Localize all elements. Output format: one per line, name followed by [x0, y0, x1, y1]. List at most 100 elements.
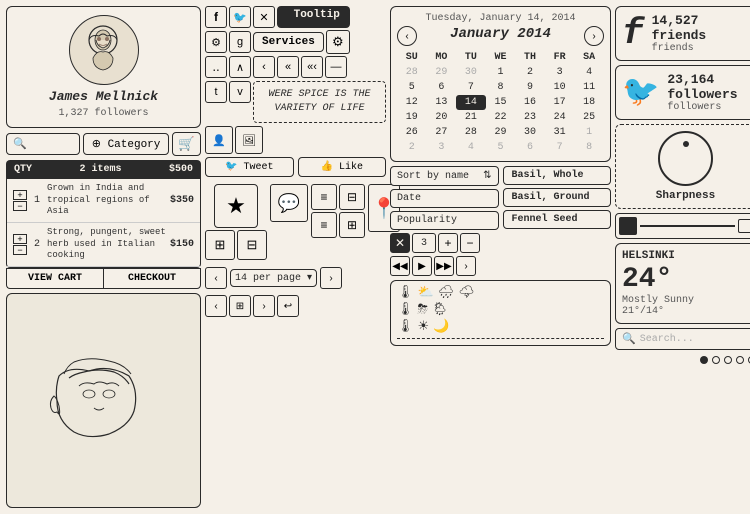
- view-cart-button[interactable]: VIEW CART: [6, 268, 103, 289]
- calendar-day-cell[interactable]: 26: [397, 125, 427, 140]
- calendar-day-cell[interactable]: 28: [397, 65, 427, 80]
- tweet-button[interactable]: 🐦 Tweet: [205, 157, 294, 177]
- calendar-day-cell[interactable]: 6: [427, 80, 457, 95]
- play-prev-button[interactable]: ◀◀: [390, 256, 410, 276]
- forward-button[interactable]: ›: [253, 295, 275, 317]
- settings-gear-button[interactable]: ⚙: [326, 30, 350, 54]
- calendar-day-cell[interactable]: 5: [397, 80, 427, 95]
- sort-popularity[interactable]: Popularity: [390, 211, 499, 230]
- list4-button[interactable]: ⊞: [339, 212, 365, 238]
- up-icon-button[interactable]: ∧: [229, 56, 251, 78]
- col4-search-bar[interactable]: 🔍 Search...: [615, 328, 750, 350]
- dot-2[interactable]: [712, 356, 720, 364]
- search-box[interactable]: 🔍: [6, 133, 80, 155]
- calendar-day-cell[interactable]: 17: [545, 95, 575, 110]
- calendar-day-cell[interactable]: 29: [427, 65, 457, 80]
- cal-prev-button[interactable]: ‹: [397, 26, 417, 46]
- calendar-day-cell[interactable]: 2: [515, 65, 545, 80]
- calendar-day-cell[interactable]: 28: [456, 125, 486, 140]
- left-dbl-nav-button[interactable]: «: [277, 56, 299, 78]
- calendar-day-cell[interactable]: 13: [427, 95, 457, 110]
- qty-decrease-2[interactable]: −: [13, 245, 27, 255]
- dbl-left-button[interactable]: ‥: [205, 56, 227, 78]
- vimeo-button[interactable]: v: [229, 81, 251, 103]
- qty-increase-1[interactable]: +: [13, 190, 27, 200]
- list3-button[interactable]: ≡: [311, 212, 337, 238]
- qty-decrease-1[interactable]: −: [13, 201, 27, 211]
- checkout-button[interactable]: CHECKOUT: [103, 268, 201, 289]
- dot-4[interactable]: [736, 356, 744, 364]
- fb-icon-button[interactable]: f: [205, 6, 227, 28]
- calendar-day-cell[interactable]: 9: [515, 80, 545, 95]
- slider-thumb-dark[interactable]: [619, 217, 637, 235]
- grid-view-button[interactable]: ⊞: [229, 295, 251, 317]
- calendar-day-cell[interactable]: 15: [486, 95, 516, 110]
- image-icon-button[interactable]: 🖼: [235, 126, 263, 154]
- calendar-day-cell[interactable]: 25: [574, 110, 604, 125]
- spice-item-2[interactable]: Basil, Ground: [503, 188, 612, 207]
- dot-1[interactable]: [700, 356, 708, 364]
- calendar-day-cell[interactable]: 22: [486, 110, 516, 125]
- calendar-day-cell[interactable]: 1: [486, 65, 516, 80]
- calendar-day-cell[interactable]: 2: [397, 140, 427, 155]
- person-icon-button[interactable]: 👤: [205, 126, 233, 154]
- spice-item-1[interactable]: Basil, Whole: [503, 166, 612, 185]
- calendar-day-cell[interactable]: 7: [545, 140, 575, 155]
- star-button[interactable]: ★: [214, 184, 258, 228]
- grid9-button[interactable]: ⊟: [237, 230, 267, 260]
- close-icon-button[interactable]: ✕: [253, 6, 275, 28]
- cal-next-button[interactable]: ›: [584, 26, 604, 46]
- knob-dial[interactable]: [658, 131, 713, 186]
- g-icon-button[interactable]: g: [229, 31, 251, 53]
- calendar-day-cell[interactable]: 4: [456, 140, 486, 155]
- slider-thumb-light[interactable]: [738, 219, 750, 233]
- calendar-day-cell[interactable]: 16: [515, 95, 545, 110]
- calendar-day-cell[interactable]: 11: [574, 80, 604, 95]
- calendar-day-cell[interactable]: 3: [545, 65, 575, 80]
- tumblr-button[interactable]: t: [205, 81, 227, 103]
- calendar-day-cell[interactable]: 31: [545, 125, 575, 140]
- dot-3[interactable]: [724, 356, 732, 364]
- left-nav-button[interactable]: ‹: [253, 56, 275, 78]
- sort-date[interactable]: Date: [390, 189, 499, 208]
- chat-icon-button[interactable]: 💬: [270, 184, 308, 222]
- calendar-day-cell[interactable]: 24: [545, 110, 575, 125]
- category-button[interactable]: ⊕ Category: [83, 133, 170, 155]
- left-trpl-nav-button[interactable]: «‹: [301, 56, 323, 78]
- per-page-select[interactable]: 14 per page ▾: [230, 269, 317, 287]
- twitter-icon-button[interactable]: 🐦: [229, 6, 251, 28]
- page-prev-button[interactable]: ‹: [205, 267, 227, 289]
- play-forward-button[interactable]: ›: [456, 256, 476, 276]
- calendar-day-cell[interactable]: 29: [486, 125, 516, 140]
- calendar-day-cell[interactable]: 21: [456, 110, 486, 125]
- spice-item-3[interactable]: Fennel Seed: [503, 210, 612, 229]
- list2-button[interactable]: ⊟: [339, 184, 365, 210]
- page-next-button[interactable]: ›: [320, 267, 342, 289]
- calendar-day-cell[interactable]: 30: [456, 65, 486, 80]
- calendar-day-cell[interactable]: 12: [397, 95, 427, 110]
- stepper-cancel-button[interactable]: ✕: [390, 233, 410, 253]
- calendar-day-cell[interactable]: 30: [515, 125, 545, 140]
- calendar-day-cell[interactable]: 3: [427, 140, 457, 155]
- calendar-day-cell[interactable]: 1: [574, 125, 604, 140]
- calendar-day-cell[interactable]: 8: [574, 140, 604, 155]
- calendar-day-cell[interactable]: 23: [515, 110, 545, 125]
- stepper-minus-button[interactable]: −: [460, 233, 480, 253]
- cart-icon-button[interactable]: 🛒: [172, 132, 201, 156]
- back-button[interactable]: ‹: [205, 295, 227, 317]
- calendar-day-cell[interactable]: 18: [574, 95, 604, 110]
- dash-button[interactable]: —: [325, 56, 347, 78]
- sort-select[interactable]: Sort by name ⇅: [390, 166, 499, 186]
- stepper-plus-button[interactable]: +: [438, 233, 458, 253]
- calendar-day-cell[interactable]: 19: [397, 110, 427, 125]
- calendar-day-cell[interactable]: 5: [486, 140, 516, 155]
- play-button[interactable]: ▶: [412, 256, 432, 276]
- gear-icon-button[interactable]: ⚙: [205, 31, 227, 53]
- calendar-day-cell[interactable]: 14: [456, 95, 486, 110]
- refresh-button[interactable]: ↩: [277, 295, 299, 317]
- calendar-day-cell[interactable]: 10: [545, 80, 575, 95]
- calendar-day-cell[interactable]: 8: [486, 80, 516, 95]
- like-button[interactable]: 👍 Like: [298, 157, 387, 177]
- qty-increase-2[interactable]: +: [13, 234, 27, 244]
- calendar-day-cell[interactable]: 27: [427, 125, 457, 140]
